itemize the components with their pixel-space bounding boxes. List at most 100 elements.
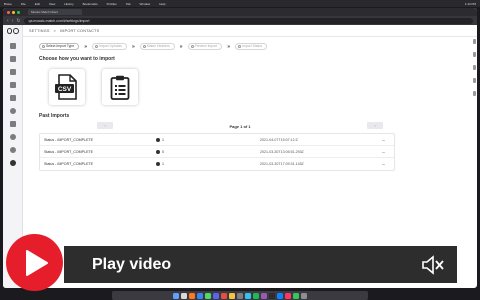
dock-settings-icon[interactable] <box>237 292 243 299</box>
play-video-bar[interactable]: Play video <box>64 246 457 283</box>
play-button[interactable] <box>6 234 63 291</box>
browser-tab[interactable]: Mosaic Match Client <box>28 9 82 15</box>
forward-icon[interactable]: › <box>12 18 14 24</box>
dock-app-icon[interactable] <box>213 292 219 299</box>
radio-icon <box>42 45 45 48</box>
dock-app-icon[interactable] <box>245 292 251 299</box>
dock-trash-icon[interactable] <box>301 292 307 299</box>
radio-icon <box>237 45 241 48</box>
os-menubar: Brave File Edit View History Bookmarks P… <box>0 0 480 7</box>
play-video-label: Play video <box>92 256 172 273</box>
sidebar-item-help-icon[interactable] <box>9 147 16 153</box>
step-import-uploads[interactable]: Import Uploads <box>92 43 127 50</box>
next-page-button[interactable]: › <box>367 122 383 129</box>
back-icon[interactable]: ‹ <box>7 18 9 24</box>
mosaic-logo <box>6 28 19 36</box>
rail-icon[interactable] <box>473 65 476 70</box>
user-count: 1 <box>162 137 164 142</box>
clipboard-import-button[interactable] <box>102 69 138 105</box>
dock-launchpad-icon[interactable] <box>181 292 187 299</box>
sidebar-item-contacts-icon[interactable] <box>9 56 16 62</box>
os-dock <box>112 291 368 300</box>
os-menu-view[interactable]: View <box>49 2 55 6</box>
dock-messages-icon[interactable] <box>205 292 211 299</box>
step-label: Select Import Type <box>46 44 75 48</box>
os-menu-window[interactable]: Window <box>140 2 151 6</box>
sidebar-item-pin-icon[interactable] <box>9 121 16 127</box>
dock-app-icon[interactable] <box>221 292 227 299</box>
os-menu-history[interactable]: History <box>64 2 73 6</box>
os-menu-brave[interactable]: Brave <box>4 2 12 6</box>
dock-app-icon[interactable] <box>293 292 299 299</box>
dock-terminal-icon[interactable] <box>269 292 275 299</box>
reload-icon[interactable]: ↻ <box>16 18 20 24</box>
rail-icon[interactable] <box>473 52 476 57</box>
os-menu-file[interactable]: File <box>21 2 26 6</box>
radio-icon <box>142 45 146 48</box>
more-options-icon[interactable]: ... <box>382 162 394 166</box>
csv-label: CSV <box>58 86 72 93</box>
import-date: 2021-03-30T13:05:51.293Z <box>260 149 304 154</box>
more-options-icon[interactable]: ... <box>382 138 394 142</box>
video-overlay[interactable]: Play video <box>1 233 479 291</box>
dock-app-icon[interactable] <box>261 292 267 299</box>
maximize-window-icon[interactable] <box>17 10 20 14</box>
os-menu-edit[interactable]: Edit <box>35 2 40 6</box>
chevron-right-icon: » <box>132 43 135 50</box>
table-row[interactable]: Status - IMPORT_COMPLETE 1 2021-04-07T15… <box>40 134 394 146</box>
sidebar-item-calendar-icon[interactable] <box>9 69 16 75</box>
sidebar-item-settings-icon[interactable] <box>9 160 16 166</box>
url-input[interactable]: qa.mosaic-match.com/#/settings/import <box>23 17 473 24</box>
user-cell: 1 <box>156 137 260 142</box>
dock-finder-icon[interactable] <box>173 292 179 299</box>
chevron-right-icon: » <box>227 43 230 50</box>
step-label: Import Status <box>241 44 263 48</box>
breadcrumb: SETTINGS > IMPORT CONTACTS <box>23 25 477 37</box>
dock-notes-icon[interactable] <box>229 292 235 299</box>
os-menu-help[interactable]: Help <box>159 2 165 6</box>
sidebar-item-home-icon[interactable] <box>9 43 16 49</box>
step-preview-import[interactable]: Preview Import <box>187 43 223 50</box>
step-import-status[interactable]: Import Status <box>234 43 268 50</box>
step-label: Match Headers <box>146 44 170 48</box>
prev-page-button[interactable]: ‹ <box>97 122 113 129</box>
os-menu-profiles[interactable]: Profiles <box>107 2 117 6</box>
dock-brave-icon[interactable] <box>189 292 195 299</box>
os-menu-bookmarks[interactable]: Bookmarks <box>83 2 98 6</box>
sidebar-item-tasks-icon[interactable] <box>9 95 16 101</box>
table-row[interactable]: Status - IMPORT_COMPLETE 1 2021-03-30T17… <box>40 158 394 170</box>
user-cell: 0 <box>156 149 260 154</box>
import-status: Status - IMPORT_COMPLETE <box>44 162 94 166</box>
import-date: 2021-04-07T15:07:12:Z <box>260 137 298 142</box>
dock-spotify-icon[interactable] <box>253 292 259 299</box>
rail-icon[interactable] <box>473 39 476 44</box>
sidebar-item-team-icon[interactable] <box>9 134 16 140</box>
close-window-icon[interactable] <box>7 10 10 14</box>
dock-safari-icon[interactable] <box>197 292 203 299</box>
page-indicator: Page 1 of 1 <box>229 123 251 129</box>
speaker-muted-icon[interactable] <box>421 254 445 276</box>
user-icon <box>156 149 160 154</box>
user-icon <box>156 162 160 166</box>
os-menu-tab[interactable]: Tab <box>126 2 131 6</box>
minimize-window-icon[interactable] <box>12 10 15 14</box>
step-label: Import Uploads <box>99 44 122 48</box>
step-match-headers[interactable]: Match Headers <box>139 43 175 50</box>
play-icon <box>26 249 48 276</box>
rail-icon[interactable] <box>473 78 476 83</box>
sidebar-item-reports-icon[interactable] <box>9 82 16 88</box>
breadcrumb-separator: > <box>53 28 57 33</box>
user-cell: 1 <box>156 162 260 166</box>
csv-import-button[interactable]: CSV <box>49 69 85 105</box>
sidebar-item-search-icon[interactable] <box>9 108 16 114</box>
breadcrumb-settings[interactable]: SETTINGS <box>29 29 50 33</box>
rail-icon[interactable] <box>473 91 476 96</box>
browser-addressbar: ‹ › ↻ qa.mosaic-match.com/#/settings/imp… <box>3 16 477 25</box>
table-row[interactable]: Status - IMPORT_COMPLETE 0 2021-03-30T13… <box>40 146 394 158</box>
dock-app-icon[interactable] <box>285 292 291 299</box>
right-rail <box>473 39 476 139</box>
step-select-import-type[interactable]: Select Import Type <box>39 43 80 50</box>
dock-vscode-icon[interactable] <box>277 292 283 299</box>
import-stepper: Select Import Type » Import Uploads » Ma… <box>39 43 268 50</box>
more-options-icon[interactable]: ... <box>382 150 394 154</box>
